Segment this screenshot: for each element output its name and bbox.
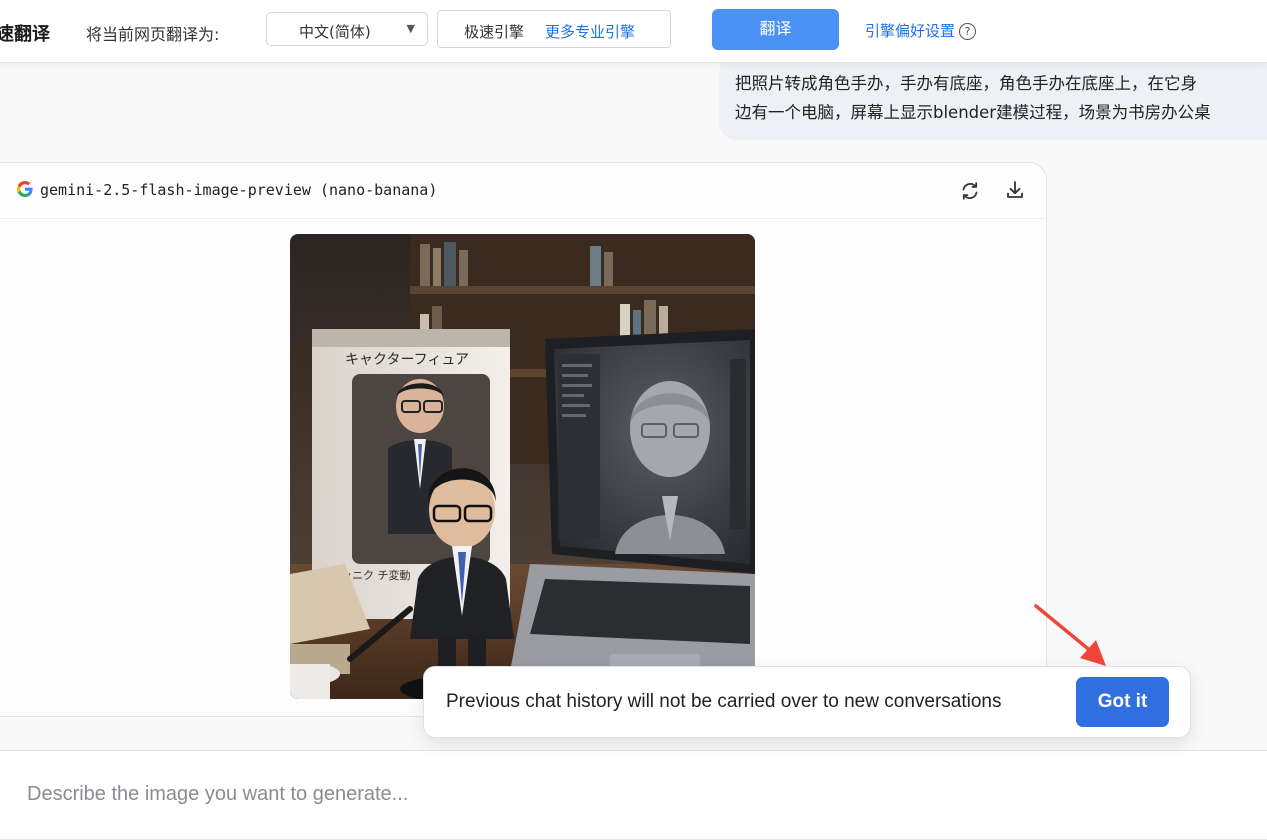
target-language-select[interactable]: 中文(简体) ▼ — [266, 12, 428, 46]
box-label: キャクターフィュア — [345, 352, 469, 368]
model-name: gemini-2.5-flash-image-preview (nano-ban… — [40, 181, 438, 199]
generated-figure-illustration: キャクターフィュア エッニク チ変動 — [290, 234, 755, 699]
chevron-down-icon: ▼ — [406, 22, 415, 35]
prompt-placeholder: Describe the image you want to generate.… — [27, 783, 409, 805]
toast-message: Previous chat history will not be carrie… — [446, 691, 1002, 712]
engine-selector[interactable]: 极速引擎 更多专业引擎 — [437, 10, 671, 48]
engine-preferences-link[interactable]: 引擎偏好设置? — [865, 20, 977, 41]
translate-bar: 速翻译 将当前网页翻译为: 中文(简体) ▼ 极速引擎 更多专业引擎 翻译 引擎… — [0, 0, 1267, 63]
translate-brand: 速翻译 — [0, 24, 50, 45]
google-logo-icon — [16, 181, 33, 197]
got-it-button[interactable]: Got it — [1076, 677, 1169, 727]
user-message-text: 把照片转成角色手办，手办有底座，角色手办在底座上，在它身 边有一个电脑，屏幕上显… — [735, 74, 1211, 122]
user-message-bubble: 把照片转成角色手办，手办有底座，角色手办在底座上，在它身 边有一个电脑，屏幕上显… — [719, 55, 1267, 140]
download-icon[interactable] — [1004, 179, 1026, 201]
engine-more-link[interactable]: 更多专业引擎 — [545, 21, 635, 42]
new-conversation-toast: Previous chat history will not be carrie… — [423, 666, 1191, 738]
annotation-arrow-icon — [1034, 604, 1106, 666]
response-card-header: gemini-2.5-flash-image-preview (nano-ban… — [0, 163, 1046, 219]
target-language-value: 中文(简体) — [299, 23, 371, 41]
translate-button[interactable]: 翻译 — [712, 9, 839, 50]
generated-image[interactable]: キャクターフィュア エッニク チ変動 — [290, 234, 755, 699]
refresh-icon[interactable] — [959, 180, 981, 202]
prompt-composer[interactable]: Describe the image you want to generate.… — [0, 750, 1267, 840]
engine-current[interactable]: 极速引擎 — [464, 21, 524, 42]
translate-prompt-label: 将当前网页翻译为: — [86, 25, 220, 44]
help-icon[interactable]: ? — [959, 23, 977, 40]
engine-preferences-label: 引擎偏好设置 — [865, 22, 956, 40]
